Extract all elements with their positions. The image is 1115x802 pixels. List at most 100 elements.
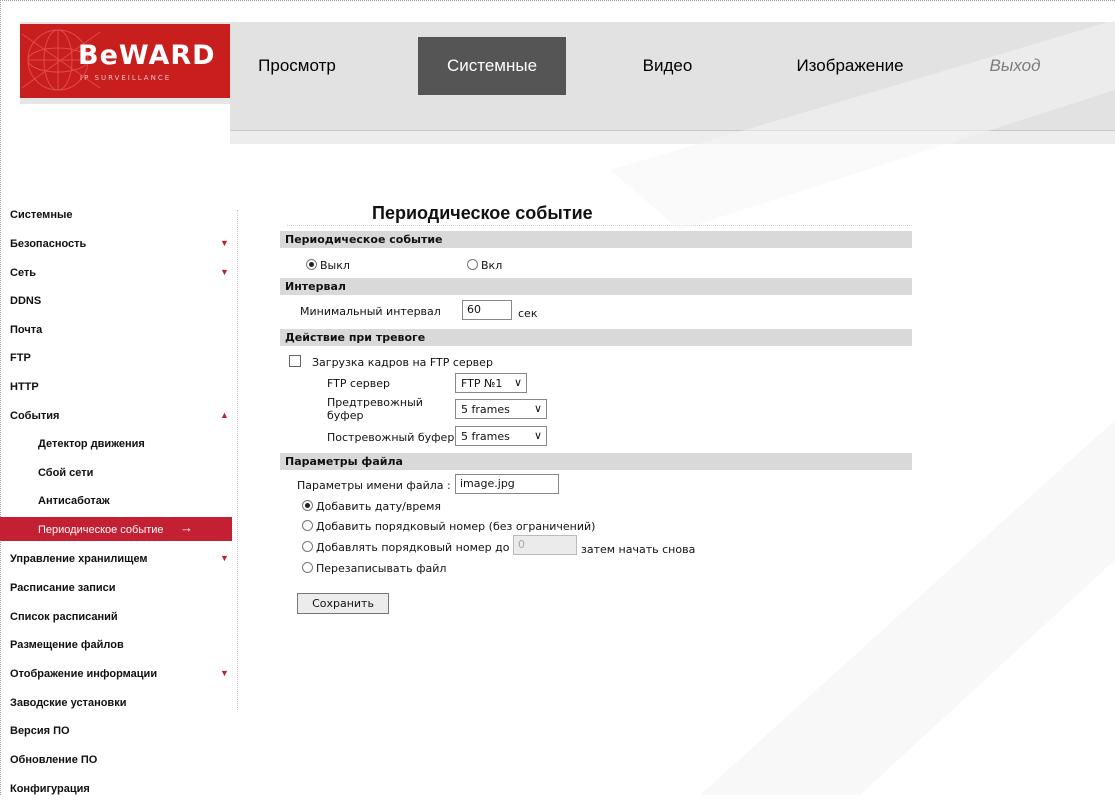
triangle-down-icon: ▼: [220, 553, 229, 563]
file-seq-limit-radio[interactable]: [302, 541, 313, 552]
sidebar-item-label: Управление хранилищем: [10, 553, 148, 565]
sidebar-item-label: Заводские установки: [10, 697, 127, 709]
sidebar-item-label: Список расписаний: [10, 611, 118, 623]
pre-buffer-select[interactable]: 5 frames ∨: [455, 399, 547, 419]
page-title: Периодическое событие: [372, 203, 593, 223]
sidebar-item-label: Периодическое событие: [38, 524, 164, 536]
sidebar-item-label: Конфигурация: [10, 783, 90, 795]
sidebar-item-storage[interactable]: Управление хранилищем ▼: [0, 544, 232, 572]
sidebar-item-configuration[interactable]: Конфигурация: [0, 774, 232, 802]
tab-view[interactable]: Просмотр: [232, 37, 362, 95]
top-border: [0, 0, 1115, 1]
sidebar-item-motion-detector[interactable]: Детектор движения: [0, 429, 232, 457]
section-header-interval: Интервал: [280, 278, 912, 295]
periodic-on-label: Вкл: [481, 259, 503, 272]
ftp-upload-checkbox[interactable]: [289, 355, 301, 367]
min-interval-label: Минимальный интервал: [300, 305, 441, 318]
sidebar-item-label: Сбой сети: [38, 467, 94, 479]
save-button[interactable]: Сохранить: [297, 593, 389, 614]
sidebar-item-display-info[interactable]: Отображение информации ▼: [0, 659, 232, 687]
chevron-down-icon: ∨: [533, 429, 542, 442]
sidebar-item-network-failure[interactable]: Сбой сети: [0, 458, 232, 486]
brand-logo[interactable]: BeWARD IP SURVEILLANCE: [20, 24, 230, 98]
triangle-down-icon: ▼: [220, 668, 229, 678]
sidebar-item-label: Обновление ПО: [10, 754, 98, 766]
min-interval-input[interactable]: 60: [462, 300, 512, 320]
file-datetime-label: Добавить дату/время: [316, 500, 441, 513]
header-divider: [230, 130, 1115, 144]
ftp-server-label: FTP сервер: [327, 377, 391, 390]
sidebar-item-periodic-event[interactable]: Периодическое событие →: [0, 517, 232, 541]
ftp-server-select[interactable]: FTP №1 ∨: [455, 373, 527, 393]
chevron-down-icon: ∨: [533, 402, 542, 415]
sidebar-item-system[interactable]: Системные: [0, 200, 232, 228]
interval-unit: сек: [518, 307, 538, 320]
pre-buffer-label: Предтревожный: [327, 396, 423, 409]
file-seq-unlimited-radio[interactable]: [302, 520, 313, 531]
sidebar-item-factory-defaults[interactable]: Заводские установки: [0, 688, 232, 716]
select-value: FTP №1: [461, 377, 503, 390]
file-datetime-radio[interactable]: [302, 500, 313, 511]
arrow-right-icon: →: [180, 520, 193, 535]
sidebar-item-ftp[interactable]: FTP: [0, 343, 232, 371]
seq-limit-input[interactable]: 0: [513, 535, 577, 555]
logo-subtitle: IP SURVEILLANCE: [80, 74, 172, 82]
section-header-label: Параметры файла: [285, 455, 403, 468]
sidebar-item-label: DDNS: [10, 295, 42, 307]
file-overwrite-radio[interactable]: [302, 562, 313, 573]
sidebar-item-record-schedule[interactable]: Расписание записи: [0, 573, 232, 601]
sidebar-item-firmware-update[interactable]: Обновление ПО: [0, 745, 232, 773]
section-header-label: Интервал: [285, 280, 346, 293]
sidebar-item-label: FTP: [10, 352, 31, 364]
triangle-down-icon: ▼: [220, 267, 229, 277]
logo-text: BeWARD: [78, 40, 216, 71]
post-buffer-select[interactable]: 5 frames ∨: [455, 426, 547, 446]
file-seq-limit-label: Добавлять порядковый номер до: [316, 541, 510, 554]
periodic-off-label: Выкл: [320, 259, 350, 272]
file-seq-unlimited-label: Добавить порядковый номер (без ограничен…: [316, 520, 596, 533]
sidebar-item-label: Отображение информации: [10, 668, 158, 680]
sidebar-item-file-placement[interactable]: Размещение файлов: [0, 630, 232, 658]
sidebar-item-label: Антисаботаж: [38, 495, 110, 507]
triangle-down-icon: ▼: [220, 238, 229, 248]
section-header-periodic: Периодическое событие: [280, 231, 912, 248]
tab-logout[interactable]: Выход: [960, 37, 1070, 95]
header-subbar: [230, 98, 1115, 130]
logo-shadow: [20, 98, 230, 104]
sidebar-item-label: Детектор движения: [38, 438, 145, 450]
sidebar-item-firmware-version[interactable]: Версия ПО: [0, 716, 232, 744]
sidebar-item-tamper[interactable]: Антисаботаж: [0, 486, 232, 514]
sidebar-item-ddns[interactable]: DDNS: [0, 286, 232, 314]
sidebar-divider: [237, 210, 238, 710]
section-header-file: Параметры файла: [280, 453, 912, 470]
pre-buffer-label-line2: буфер: [327, 409, 364, 422]
sidebar-item-label: Системные: [10, 209, 73, 221]
sidebar-item-schedule-list[interactable]: Список расписаний: [0, 602, 232, 630]
sidebar-item-http[interactable]: HTTP: [0, 372, 232, 400]
sidebar-item-network[interactable]: Сеть ▼: [0, 258, 232, 286]
sidebar-item-label: События: [10, 410, 60, 422]
sidebar-item-label: Размещение файлов: [10, 639, 124, 651]
triangle-up-icon: ▲: [220, 410, 229, 420]
sidebar-item-label: Почта: [10, 324, 43, 336]
tab-video[interactable]: Видео: [610, 37, 725, 95]
file-seq-limit-suffix: затем начать снова: [581, 543, 696, 556]
sidebar-item-mail[interactable]: Почта: [0, 315, 232, 343]
ftp-upload-label: Загрузка кадров на FTP сервер: [312, 356, 493, 369]
sidebar-item-events[interactable]: События ▲: [0, 401, 232, 429]
select-value: 5 frames: [461, 403, 510, 416]
sidebar-item-label: Безопасность: [10, 238, 87, 250]
periodic-off-radio[interactable]: [306, 259, 317, 270]
sidebar-item-security[interactable]: Безопасность ▼: [0, 229, 232, 257]
tab-system[interactable]: Системные: [418, 37, 566, 95]
filename-input[interactable]: image.jpg: [455, 474, 559, 494]
periodic-on-radio[interactable]: [467, 259, 478, 270]
chevron-down-icon: ∨: [513, 376, 522, 389]
sidebar-item-label: Расписание записи: [10, 582, 116, 594]
filename-label: Параметры имени файла :: [297, 479, 451, 492]
section-header-label: Периодическое событие: [285, 233, 443, 246]
sidebar-item-label: Версия ПО: [10, 725, 70, 737]
sidebar-item-label: HTTP: [10, 381, 39, 393]
tab-image[interactable]: Изображение: [770, 37, 930, 95]
sidebar-item-label: Сеть: [10, 267, 37, 279]
